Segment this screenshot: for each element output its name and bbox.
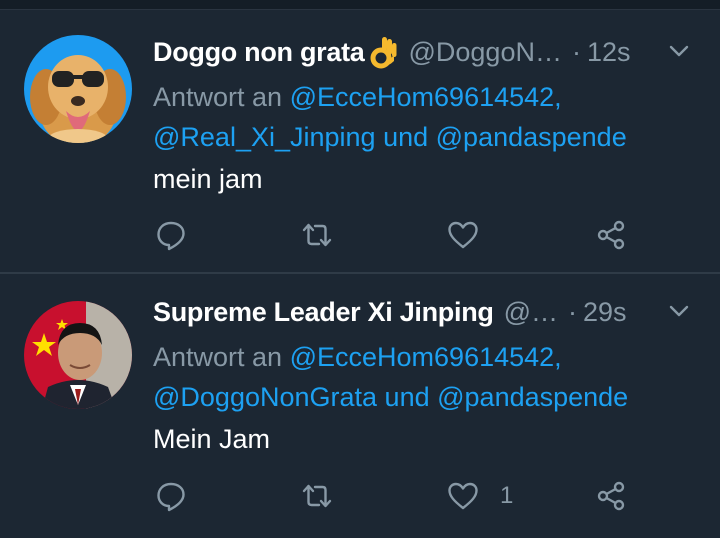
chevron-down-icon[interactable] xyxy=(666,38,692,64)
reply-prefix: Antwort an xyxy=(153,342,283,372)
reply-conjunction: und xyxy=(384,382,430,412)
separator-dot: · xyxy=(568,296,578,327)
separator-dot: · xyxy=(571,36,581,67)
timestamp[interactable]: 29s xyxy=(583,297,627,328)
ok-hand-emoji-icon xyxy=(370,37,397,69)
display-name[interactable]: Doggo non grata xyxy=(153,37,365,68)
reply-button[interactable] xyxy=(154,476,188,516)
tweet[interactable]: Doggo non grata @DoggoN… · 12s Antwort a… xyxy=(0,10,720,272)
mention-link[interactable]: @EcceHom69614542, xyxy=(290,82,562,112)
display-name[interactable]: Supreme Leader Xi Jinping xyxy=(153,297,494,328)
reply-button[interactable] xyxy=(154,215,188,255)
like-button[interactable]: 1 xyxy=(446,476,513,516)
xi-avatar-image xyxy=(24,301,132,409)
share-button[interactable] xyxy=(594,215,628,255)
timestamp[interactable]: 12s xyxy=(587,37,631,68)
doggo-avatar-image xyxy=(24,35,132,143)
retweet-button[interactable] xyxy=(300,476,334,516)
avatar[interactable] xyxy=(24,35,132,143)
share-icon xyxy=(597,220,625,250)
tweet-header: Doggo non grata @DoggoN… · 12s xyxy=(153,32,700,72)
tweet-text: mein jam xyxy=(153,164,263,194)
like-icon xyxy=(448,221,478,249)
chevron-down-icon[interactable] xyxy=(666,298,692,324)
reply-to-line: Antwort an @EcceHom69614542, xyxy=(153,337,562,377)
avatar[interactable] xyxy=(24,301,132,409)
tweet-actions: 1 xyxy=(0,476,720,516)
retweet-button[interactable] xyxy=(300,215,334,255)
share-button[interactable] xyxy=(594,476,628,516)
reply-conjunction: und xyxy=(383,122,429,152)
retweet-icon xyxy=(302,223,332,247)
mention-link[interactable]: @pandaspende xyxy=(436,122,627,152)
top-border xyxy=(0,0,720,10)
tweet[interactable]: Supreme Leader Xi Jinping @… · 29s Antwo… xyxy=(0,274,720,538)
reply-icon xyxy=(157,221,185,251)
reply-icon xyxy=(157,482,185,512)
tweet-actions xyxy=(0,215,720,255)
tweet-header: Supreme Leader Xi Jinping @… · 29s xyxy=(153,292,700,332)
retweet-icon xyxy=(302,484,332,508)
mention-link[interactable]: @EcceHom69614542, xyxy=(290,342,562,372)
like-count: 1 xyxy=(500,482,514,509)
handle[interactable]: @… xyxy=(504,297,558,328)
reply-to-line: @Real_Xi_Jinping und @pandaspende xyxy=(153,117,627,157)
reply-prefix: Antwort an xyxy=(153,82,283,112)
mention-link[interactable]: @pandaspende xyxy=(437,382,628,412)
reply-to-line: @DoggoNonGrata und @pandaspende xyxy=(153,377,628,417)
tweet-text: Mein Jam xyxy=(153,424,271,454)
mention-link[interactable]: @Real_Xi_Jinping xyxy=(153,122,376,152)
mention-link[interactable]: @DoggoNonGrata xyxy=(153,382,377,412)
share-icon xyxy=(597,481,625,511)
handle[interactable]: @DoggoN… xyxy=(408,37,561,68)
like-button[interactable] xyxy=(446,215,500,255)
reply-to-line: Antwort an @EcceHom69614542, xyxy=(153,77,562,117)
like-icon xyxy=(448,482,478,510)
